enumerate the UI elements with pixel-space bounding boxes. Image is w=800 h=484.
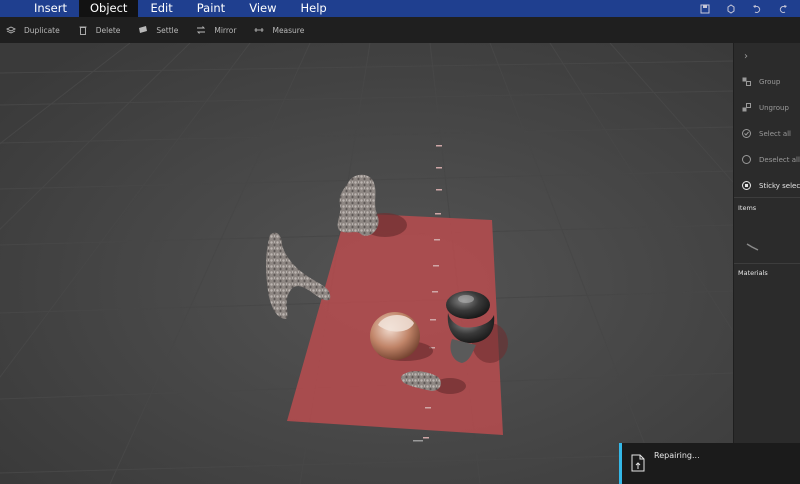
ungroup-icon (742, 103, 751, 112)
group-icon (742, 77, 751, 86)
file-repair-icon (631, 454, 645, 472)
scene-canvas (0, 43, 733, 484)
save-icon[interactable] (700, 4, 710, 14)
menu-help[interactable]: Help (289, 0, 339, 17)
deselect-all-button[interactable]: Deselect all (742, 155, 800, 164)
delete-label: Delete (95, 25, 121, 35)
menu-insert[interactable]: Insert (0, 0, 79, 17)
print-3d-icon[interactable] (726, 3, 736, 14)
redo-icon[interactable] (778, 4, 788, 14)
sticky-selection-toggle[interactable]: Sticky selection (742, 181, 800, 190)
settle-label: Settle (156, 25, 179, 35)
panel-divider (734, 263, 800, 264)
select-all-icon (742, 129, 751, 138)
measure-label: Measure (272, 25, 305, 35)
right-panel: › Group Ungroup Select all Deselect all … (733, 43, 800, 484)
chevron-right-icon[interactable]: › (744, 51, 748, 62)
select-all-button[interactable]: Select all (742, 129, 791, 138)
menubar-quick-actions (700, 0, 800, 17)
trash-icon (79, 26, 87, 35)
ungroup-label: Ungroup (759, 103, 789, 112)
panel-divider (734, 197, 800, 198)
measure-button[interactable]: Measure (254, 25, 304, 35)
settle-button[interactable]: Settle (138, 25, 178, 35)
measure-icon (254, 28, 264, 32)
object-toolbar: Duplicate Delete Settle Mirror Measure (0, 17, 800, 43)
menu-bar: Insert Object Edit Paint View Help (0, 0, 800, 17)
model-cup[interactable] (370, 312, 420, 360)
mirror-label: Mirror (214, 25, 237, 35)
duplicate-button[interactable]: Duplicate (6, 25, 60, 35)
menu-edit[interactable]: Edit (138, 0, 184, 17)
repair-message: Repairing... (654, 451, 700, 460)
repair-notification: Repairing... (619, 443, 800, 484)
items-heading: Items (738, 204, 757, 212)
duplicate-label: Duplicate (24, 25, 60, 35)
materials-heading: Materials (738, 269, 768, 277)
3d-viewport[interactable] (0, 43, 733, 484)
sticky-selection-icon (742, 181, 751, 190)
deselect-all-icon (742, 155, 751, 164)
duplicate-icon (6, 26, 16, 34)
menu-paint[interactable]: Paint (185, 0, 237, 17)
deselect-all-label: Deselect all (759, 155, 800, 164)
menu-object[interactable]: Object (78, 0, 139, 17)
group-label: Group (759, 77, 781, 86)
select-all-label: Select all (759, 129, 791, 138)
settle-icon (139, 26, 148, 33)
ungroup-button[interactable]: Ungroup (742, 103, 789, 112)
delete-button[interactable]: Delete (78, 25, 121, 35)
mirror-icon (197, 26, 206, 34)
menu-view[interactable]: View (237, 0, 288, 17)
sticky-selection-label: Sticky selection (759, 181, 800, 190)
group-button[interactable]: Group (742, 77, 780, 86)
mirror-button[interactable]: Mirror (196, 25, 236, 35)
item-thumbnail-icon[interactable] (746, 241, 760, 251)
undo-icon[interactable] (752, 4, 762, 14)
